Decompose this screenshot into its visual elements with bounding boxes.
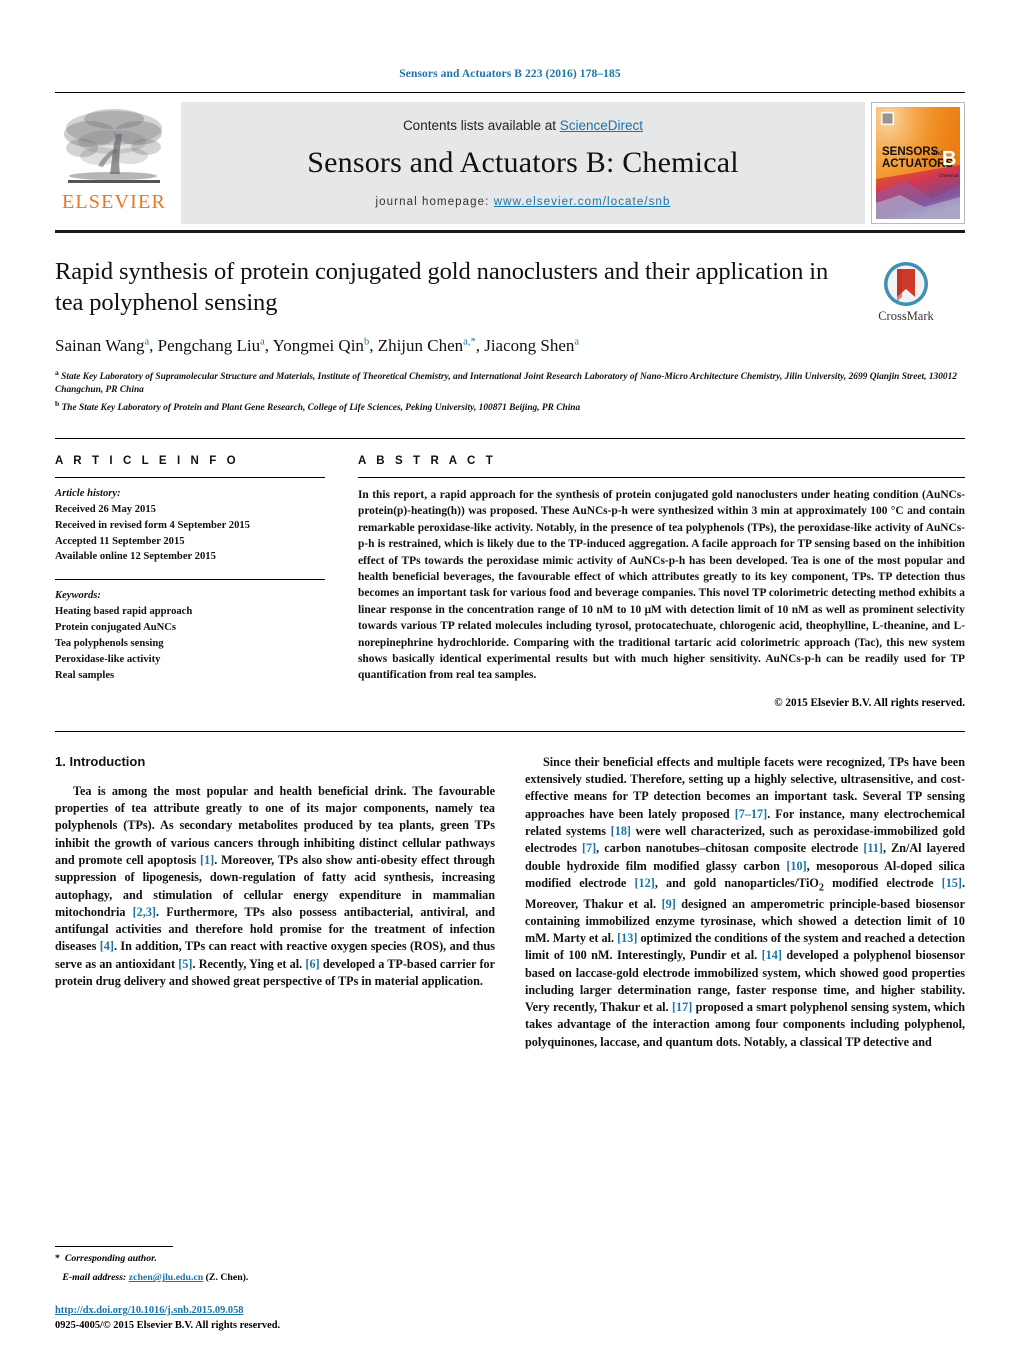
article-info-rule bbox=[55, 476, 325, 478]
article-info-heading: A R T I C L E I N F O bbox=[55, 454, 240, 467]
elsevier-wordmark: ELSEVIER bbox=[61, 191, 167, 213]
keyword-item: Heating based rapid approach bbox=[55, 606, 193, 618]
body-column-left: 1. Introduction Tea is among the most po… bbox=[55, 754, 495, 1051]
corresponding-author-text: Corresponding author. bbox=[64, 1252, 157, 1264]
keywords-label: Keywords: bbox=[55, 590, 101, 602]
journal-band: Contents lists available at ScienceDirec… bbox=[181, 102, 865, 224]
corresponding-author-note: * Corresponding author. bbox=[55, 1252, 495, 1267]
keywords-block: Keywords: Heating based rapid approach P… bbox=[55, 588, 325, 683]
author-list: Sainan Wanga, Pengchang Liua, Yongmei Qi… bbox=[55, 335, 580, 355]
email-link[interactable]: zchen@jlu.edu.cn bbox=[129, 1272, 203, 1283]
running-head: Sensors and Actuators B 223 (2016) 178–1… bbox=[399, 68, 621, 80]
journal-homepage-link[interactable]: www.elsevier.com/locate/snb bbox=[494, 196, 671, 208]
page-title: Rapid synthesis of protein conjugated go… bbox=[55, 258, 829, 316]
intro-paragraph-right: Since their beneficial effects and multi… bbox=[525, 754, 965, 1049]
cover-letter-b: B bbox=[942, 148, 956, 170]
history-item: Received 26 May 2015 bbox=[55, 503, 156, 515]
history-item: Received in revised form 4 September 201… bbox=[55, 519, 250, 531]
history-item: Accepted 11 September 2015 bbox=[55, 535, 185, 547]
journal-masthead: ELSEVIER Contents lists available at Sci… bbox=[55, 102, 965, 224]
abstract-heading: A B S T R A C T bbox=[358, 454, 497, 467]
masthead-bottom-rule bbox=[55, 230, 965, 233]
elsevier-logo: ELSEVIER bbox=[55, 102, 173, 224]
crossmark-icon bbox=[884, 262, 928, 306]
keyword-item: Protein conjugated AuNCs bbox=[55, 622, 177, 634]
keyword-item: Tea polyphenols sensing bbox=[55, 637, 164, 649]
affiliation-a: a State Key Laboratory of Supramolecular… bbox=[55, 367, 957, 396]
homepage-prefix: journal homepage: bbox=[375, 196, 494, 208]
cover-line-sensors: SENSORS bbox=[882, 146, 939, 158]
affiliation-a-text: State Key Laboratory of Supramolecular S… bbox=[55, 371, 957, 396]
affiliation-b-text: The State Key Laboratory of Protein and … bbox=[61, 403, 581, 414]
contents-line: Contents lists available at ScienceDirec… bbox=[403, 118, 643, 133]
keyword-item: Peroxidase-like activity bbox=[55, 653, 161, 665]
body-columns: 1. Introduction Tea is among the most po… bbox=[55, 754, 965, 1051]
cover-sub-chemical: Chemical bbox=[939, 173, 958, 178]
email-suffix: (Z. Chen). bbox=[205, 1272, 249, 1284]
info-abstract-section: A R T I C L E I N F O Article history: R… bbox=[55, 455, 965, 709]
header-rule bbox=[55, 92, 965, 93]
footnote-rule bbox=[55, 1245, 173, 1247]
keywords-rule bbox=[55, 579, 325, 581]
journal-cover-art: SENSORS and ACTUATORS B Chemical bbox=[876, 107, 960, 219]
keyword-item: Real samples bbox=[55, 669, 115, 681]
email-note: E-mail address: zchen@jlu.edu.cn (Z. Che… bbox=[55, 1271, 495, 1286]
section-heading-introduction: 1. Introduction bbox=[55, 753, 146, 769]
article-info-column: A R T I C L E I N F O Article history: R… bbox=[55, 455, 325, 709]
crossmark-label: CrossMark bbox=[878, 309, 934, 323]
crossmark-badge[interactable]: CrossMark bbox=[847, 261, 965, 324]
footer-doi-block: http://dx.doi.org/10.1016/j.snb.2015.09.… bbox=[55, 1303, 280, 1333]
article-history-label: Article history: bbox=[55, 487, 121, 499]
body-column-right: Since their beneficial effects and multi… bbox=[525, 754, 965, 1051]
title-bottom-rule bbox=[55, 437, 965, 439]
history-item: Available online 12 September 2015 bbox=[55, 551, 216, 563]
affiliations: a State Key Laboratory of Supramolecular… bbox=[55, 367, 965, 416]
article-history: Article history: Received 26 May 2015 Re… bbox=[55, 486, 325, 565]
abstract-rule bbox=[358, 476, 965, 478]
abstract-text: In this report, a rapid approach for the… bbox=[358, 488, 965, 682]
abstract-copyright: © 2015 Elsevier B.V. All rights reserved… bbox=[774, 696, 965, 709]
journal-cover-thumbnail: SENSORS and ACTUATORS B Chemical bbox=[871, 102, 965, 224]
affiliation-b: b The State Key Laboratory of Protein an… bbox=[55, 399, 581, 414]
footnote-block: * Corresponding author. E-mail address: … bbox=[55, 1245, 495, 1286]
journal-homepage-line: journal homepage: www.elsevier.com/locat… bbox=[376, 196, 671, 208]
sciencedirect-link[interactable]: ScienceDirect bbox=[560, 118, 643, 133]
abstract-column: A B S T R A C T In this report, a rapid … bbox=[358, 455, 965, 709]
intro-paragraph-left: Tea is among the most popular and health… bbox=[55, 783, 496, 988]
title-block: CrossMark Rapid synthesis of protein con… bbox=[55, 257, 965, 416]
doi-link[interactable]: http://dx.doi.org/10.1016/j.snb.2015.09.… bbox=[55, 1305, 244, 1316]
issn-copyright-line: 0925-4005/© 2015 Elsevier B.V. All right… bbox=[55, 1319, 281, 1331]
abstract-bottom-rule bbox=[55, 730, 965, 732]
elsevier-tree-icon bbox=[64, 109, 162, 183]
email-label: E-mail address: bbox=[62, 1272, 127, 1284]
cover-art-svg: SENSORS and ACTUATORS B Chemical bbox=[876, 107, 960, 219]
journal-title: Sensors and Actuators B: Chemical bbox=[307, 146, 739, 179]
asterisk-icon: * bbox=[55, 1252, 60, 1264]
contents-prefix: Contents lists available at bbox=[402, 118, 560, 133]
paper-page: Sensors and Actuators B 223 (2016) 178–1… bbox=[0, 0, 1020, 1351]
